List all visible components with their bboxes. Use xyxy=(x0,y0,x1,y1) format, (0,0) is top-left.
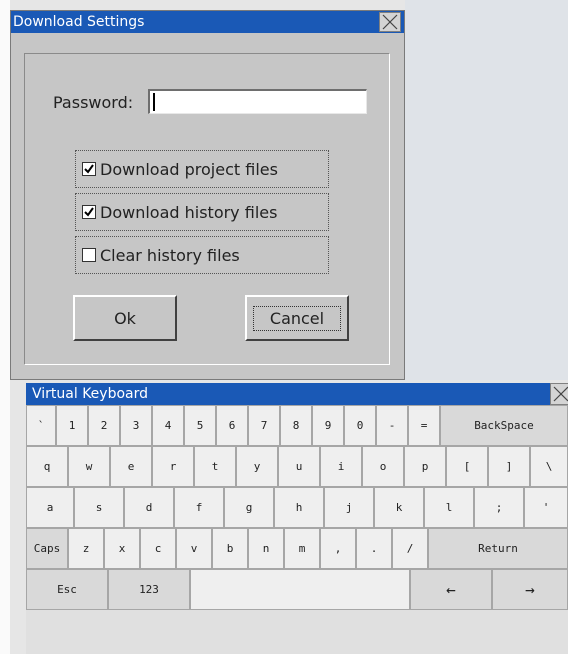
key[interactable]: 3 xyxy=(120,405,152,446)
key[interactable]: = xyxy=(408,405,440,446)
key[interactable]: o xyxy=(362,446,404,487)
dialog-close-button[interactable] xyxy=(379,12,401,32)
text-caret xyxy=(153,93,155,111)
key[interactable]: e xyxy=(110,446,152,487)
key[interactable]: m xyxy=(284,528,320,569)
ok-button[interactable]: Ok xyxy=(73,295,177,341)
esc-key[interactable]: Esc xyxy=(26,569,108,610)
checkbox-unchecked-icon xyxy=(82,248,96,262)
keyboard-titlebar: Virtual Keyboard xyxy=(26,383,550,405)
key[interactable]: k xyxy=(374,487,424,528)
left-arrow-key[interactable]: ← xyxy=(410,569,492,610)
dialog-title: Download Settings xyxy=(13,14,145,30)
caps-key[interactable]: Caps xyxy=(26,528,68,569)
key[interactable]: ` xyxy=(26,405,56,446)
key[interactable]: p xyxy=(404,446,446,487)
key[interactable]: [ xyxy=(446,446,488,487)
key[interactable]: r xyxy=(152,446,194,487)
key[interactable]: w xyxy=(68,446,110,487)
key[interactable]: g xyxy=(224,487,274,528)
key[interactable]: b xyxy=(212,528,248,569)
key[interactable]: t xyxy=(194,446,236,487)
key[interactable]: . xyxy=(356,528,392,569)
password-label: Password: xyxy=(53,93,134,112)
download-project-files-checkbox[interactable]: Download project files xyxy=(75,150,329,188)
key[interactable]: 1 xyxy=(56,405,88,446)
download-history-files-checkbox[interactable]: Download history files xyxy=(75,193,329,231)
key[interactable]: y xyxy=(236,446,278,487)
key[interactable]: z xyxy=(68,528,104,569)
key[interactable]: c xyxy=(140,528,176,569)
key[interactable]: n xyxy=(248,528,284,569)
background-right xyxy=(405,0,568,380)
key[interactable]: \ xyxy=(530,446,568,487)
virtual-keyboard: Virtual Keyboard ` 1 2 3 4 5 6 7 8 9 0 -… xyxy=(26,383,568,654)
key[interactable]: 2 xyxy=(88,405,120,446)
backspace-key[interactable]: BackSpace xyxy=(440,405,568,446)
key[interactable]: a xyxy=(26,487,74,528)
key[interactable]: 7 xyxy=(248,405,280,446)
close-icon xyxy=(382,14,398,30)
right-arrow-key[interactable]: → xyxy=(492,569,568,610)
key[interactable]: j xyxy=(324,487,374,528)
key[interactable]: 0 xyxy=(344,405,376,446)
checkbox-checked-icon xyxy=(82,162,96,176)
checkbox-label: Download history files xyxy=(100,202,278,222)
key[interactable]: 5 xyxy=(184,405,216,446)
checkbox-label: Clear history files xyxy=(100,245,240,265)
key[interactable]: 6 xyxy=(216,405,248,446)
key[interactable]: q xyxy=(26,446,68,487)
key[interactable]: d xyxy=(124,487,174,528)
key[interactable]: ' xyxy=(524,487,568,528)
key[interactable]: x xyxy=(104,528,140,569)
space-key[interactable] xyxy=(190,569,410,610)
ok-button-label: Ok xyxy=(97,305,153,331)
background-left xyxy=(0,0,10,654)
clear-history-files-checkbox[interactable]: Clear history files xyxy=(75,236,329,274)
keyboard-title: Virtual Keyboard xyxy=(32,386,149,402)
key[interactable]: - xyxy=(376,405,408,446)
key[interactable]: / xyxy=(392,528,428,569)
key[interactable]: 9 xyxy=(312,405,344,446)
key[interactable]: u xyxy=(278,446,320,487)
key[interactable]: 4 xyxy=(152,405,184,446)
cancel-button[interactable]: Cancel xyxy=(245,295,349,341)
return-key[interactable]: Return xyxy=(428,528,568,569)
numeric-mode-key[interactable]: 123 xyxy=(108,569,190,610)
checkbox-checked-icon xyxy=(82,205,96,219)
key[interactable]: v xyxy=(176,528,212,569)
key[interactable]: ] xyxy=(488,446,530,487)
close-icon xyxy=(553,386,568,402)
download-settings-dialog: Download Settings Password: Download pro… xyxy=(10,10,405,380)
key[interactable]: ; xyxy=(474,487,524,528)
key[interactable]: h xyxy=(274,487,324,528)
key[interactable]: l xyxy=(424,487,474,528)
key[interactable]: s xyxy=(74,487,124,528)
cancel-button-label: Cancel xyxy=(252,305,342,331)
checkbox-label: Download project files xyxy=(100,159,278,179)
dialog-titlebar: Download Settings xyxy=(11,11,404,33)
key[interactable]: , xyxy=(320,528,356,569)
keyboard-close-button[interactable] xyxy=(550,383,568,405)
key[interactable]: 8 xyxy=(280,405,312,446)
key[interactable]: i xyxy=(320,446,362,487)
password-field[interactable] xyxy=(148,89,367,114)
key[interactable]: f xyxy=(174,487,224,528)
